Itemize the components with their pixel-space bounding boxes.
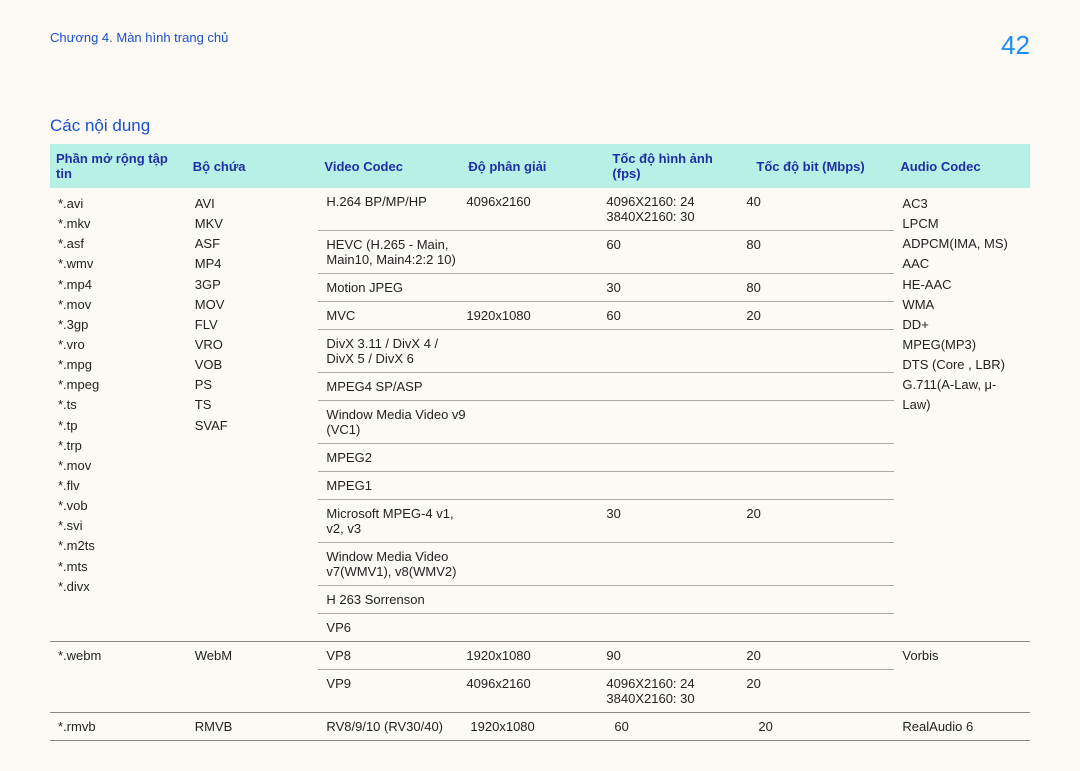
document-page: Chương 4. Màn hình trang chủ 42 Các nội …: [0, 0, 1080, 771]
table-row: *.avi *.mkv *.asf *.wmv *.mp4 *.mov *.3g…: [50, 188, 1030, 642]
codec-name: VP9: [326, 676, 466, 706]
codec-table: Phần mở rộng tập tin Bộ chứa Video Codec…: [50, 144, 1030, 741]
codec-bit: 20: [746, 648, 886, 663]
codec-res: 1920x1080: [466, 648, 606, 663]
col-video-codec: Video Codec: [318, 144, 462, 188]
col-fps: Tốc độ hình ảnh (fps): [606, 144, 750, 188]
table-row: *.rmvb RMVB RV8/9/10 (RV30/40) 1920x1080…: [50, 713, 1030, 741]
cell-codec-group: H.264 BP/MP/HP 4096x2160 4096X2160: 24 3…: [318, 188, 894, 642]
cell-ext: *.rmvb: [50, 713, 187, 741]
codec-fps: 30: [606, 280, 746, 295]
codec-name: VP8: [326, 648, 466, 663]
cell-audio: RealAudio 6: [894, 713, 1030, 741]
codec-fps: 30: [606, 506, 746, 536]
codec-res: 4096x2160: [466, 676, 606, 706]
codec-fps: 4096X2160: 24 3840X2160: 30: [606, 676, 746, 706]
codec-name: MPEG4 SP/ASP: [326, 379, 466, 394]
cell-codec-group: VP8 1920x1080 90 20 VP9 4096x2160 4096X2…: [318, 642, 894, 713]
codec-name: MVC: [326, 308, 466, 323]
codec-name: Window Media Video v9 (VC1): [326, 407, 466, 437]
codec-name: VP6: [326, 620, 466, 635]
cell-ext: *.avi *.mkv *.asf *.wmv *.mp4 *.mov *.3g…: [50, 188, 187, 642]
codec-bit: 20: [746, 676, 886, 706]
codec-name: H 263 Sorrenson: [326, 592, 466, 607]
cell-audio: AC3 LPCM ADPCM(IMA, MS) AAC HE-AAC WMA D…: [894, 188, 1030, 642]
codec-bit: 20: [746, 308, 886, 323]
codec-fps: 4096X2160: 24 3840X2160: 30: [606, 194, 746, 224]
cell-audio: Vorbis: [894, 642, 1030, 713]
chapter-breadcrumb[interactable]: Chương 4. Màn hình trang chủ: [50, 30, 228, 45]
cell-fps: 60: [606, 713, 750, 741]
col-resolution: Độ phân giải: [462, 144, 606, 188]
table-row: *.webm WebM VP8 1920x1080 90 20 VP9 4096…: [50, 642, 1030, 713]
cell-res: 1920x1080: [462, 713, 606, 741]
col-bitrate: Tốc độ bit (Mbps): [750, 144, 894, 188]
codec-name: DivX 3.11 / DivX 4 / DivX 5 / DivX 6: [326, 336, 466, 366]
codec-name: HEVC (H.265 - Main, Main10, Main4:2:2 10…: [326, 237, 466, 267]
cell-ext: *.webm: [50, 642, 187, 713]
col-container: Bộ chứa: [187, 144, 319, 188]
page-header: Chương 4. Màn hình trang chủ 42: [50, 30, 1030, 61]
cell-bit: 20: [750, 713, 894, 741]
codec-bit: 80: [746, 237, 886, 267]
col-audio-codec: Audio Codec: [894, 144, 1030, 188]
table-header-row: Phần mở rộng tập tin Bộ chứa Video Codec…: [50, 144, 1030, 188]
cell-container: AVI MKV ASF MP4 3GP MOV FLV VRO VOB PS T…: [187, 188, 319, 642]
codec-name: Window Media Video v7(WMV1), v8(WMV2): [326, 549, 466, 579]
codec-name: Microsoft MPEG-4 v1, v2, v3: [326, 506, 466, 536]
codec-name: MPEG1: [326, 478, 466, 493]
col-extension: Phần mở rộng tập tin: [50, 144, 187, 188]
codec-fps: 60: [606, 237, 746, 267]
codec-fps: 60: [606, 308, 746, 323]
codec-name: H.264 BP/MP/HP: [326, 194, 466, 224]
codec-bit: 80: [746, 280, 886, 295]
codec-bit: 20: [746, 506, 886, 536]
codec-name: Motion JPEG: [326, 280, 466, 295]
codec-fps: 90: [606, 648, 746, 663]
cell-container: WebM: [187, 642, 319, 713]
codec-bit: 40: [746, 194, 886, 224]
codec-res: 1920x1080: [466, 308, 606, 323]
codec-res: 4096x2160: [466, 194, 606, 224]
codec-name: MPEG2: [326, 450, 466, 465]
cell-video: RV8/9/10 (RV30/40): [318, 713, 462, 741]
cell-container: RMVB: [187, 713, 319, 741]
section-title: Các nội dung: [50, 116, 1030, 136]
page-number: 42: [1001, 30, 1030, 61]
